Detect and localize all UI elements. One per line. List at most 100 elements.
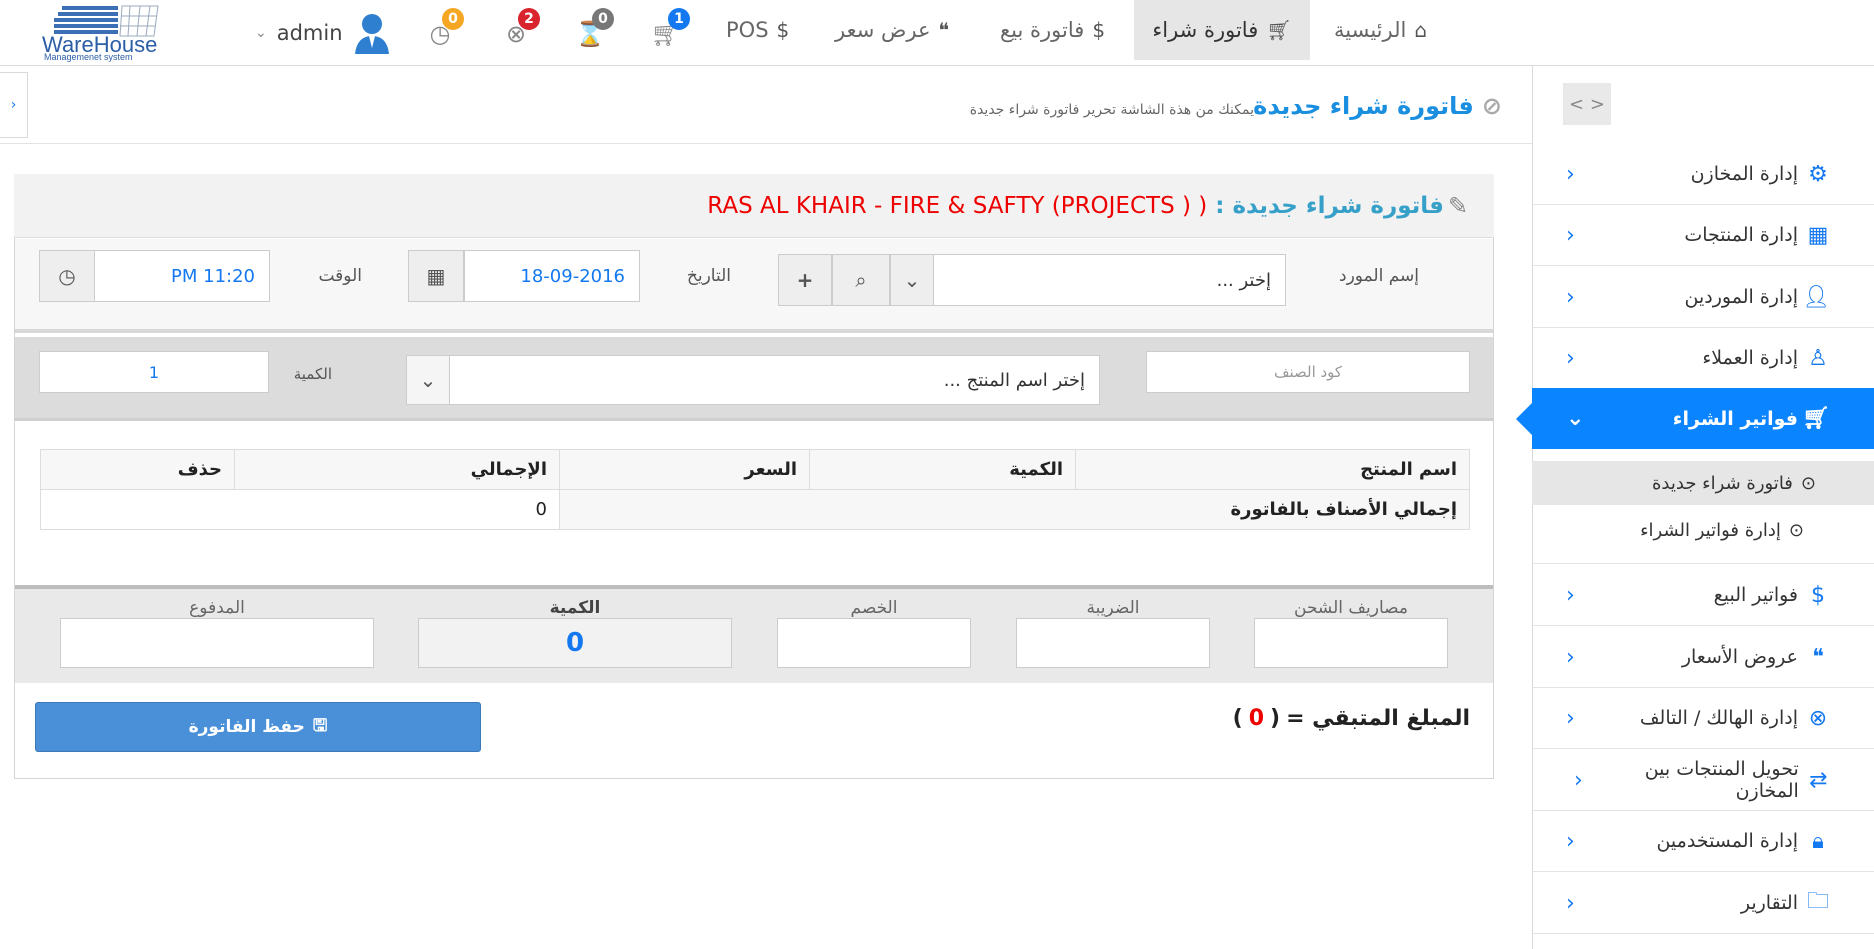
sidebar-item-reports[interactable]: 🗀 التقارير ‹ — [1532, 873, 1874, 934]
time-value: 11:20 PM — [171, 265, 255, 287]
sidebar-item-suppliers[interactable]: 👤︎ إدارة الموردين ‹ — [1532, 267, 1874, 328]
clock-icon: ◷ — [58, 264, 76, 288]
product-select-value: إختر اسم المنتج ... — [943, 369, 1085, 391]
total-qty-value: 0 — [565, 628, 585, 658]
nav-pos[interactable]: $ POS — [726, 0, 789, 60]
shipping-input[interactable] — [1254, 618, 1448, 668]
grid-icon: ▦ — [1807, 222, 1829, 248]
discount-label: الخصم — [850, 598, 898, 618]
dollar-icon: $ — [1092, 18, 1106, 42]
sidebar-item-quotes[interactable]: ❝ عروض الأسعار ‹ — [1532, 627, 1874, 688]
nav-quote[interactable]: ❝ عرض سعر — [835, 0, 949, 60]
sidebar-item-label: إدارة العملاء — [1702, 347, 1798, 369]
tax-input[interactable] — [1016, 618, 1210, 668]
dollar-icon: $ — [1811, 582, 1825, 608]
sidebar-item-label: إدارة الموردين — [1684, 286, 1798, 308]
supplier-dropdown-button[interactable]: ⌄ — [890, 254, 934, 306]
time-label: الوقت — [318, 266, 362, 286]
transfer-icon: ⇄ — [1809, 767, 1828, 793]
panel-title: فاتورة شراء جديدة : ( RAS AL KHAIR - FIR… — [707, 193, 1444, 219]
chevron-left-icon: ‹ — [1566, 705, 1575, 731]
search-icon: ⌕ — [855, 268, 867, 292]
panel-title-text: فاتورة شراء جديدة : — [1215, 193, 1444, 219]
active-indicator — [1516, 403, 1532, 435]
submenu-new-purchase-invoice[interactable]: ⊙ فاتورة شراء جديدة — [1532, 461, 1874, 505]
sidebar-item-transfer[interactable]: ⇄ تحويل المنتجات بين المخازن ‹ — [1532, 750, 1874, 811]
chevron-down-icon: ⌄ — [255, 25, 267, 41]
sidebar-item-label: عروض الأسعار — [1681, 646, 1798, 668]
sidebar-item-label: إدارة المنتجات — [1684, 224, 1798, 246]
page-title: ⊘ فاتورة شراء جديدة — [1253, 92, 1502, 120]
supplier-select-value: إختر ... — [1216, 269, 1271, 291]
save-invoice-button[interactable]: 🖫 حفظ الفاتورة — [35, 702, 481, 752]
sidebar-item-damaged[interactable]: ⊗ إدارة الهالك / التالف ‹ — [1532, 688, 1874, 749]
item-code-input[interactable]: كود الصنف — [1146, 351, 1470, 393]
user-avatar-icon — [354, 14, 389, 54]
radio-dot-icon: ⊙ — [1800, 472, 1816, 494]
floppy-disk-icon: 🖫 — [312, 715, 328, 736]
sidebar-toggle-button[interactable]: < > — [1563, 83, 1611, 125]
submenu-label: إدارة فواتير الشراء — [1640, 519, 1781, 541]
qty-input[interactable]: 1 — [39, 351, 269, 393]
calendar-button[interactable]: ▦ — [408, 250, 464, 302]
table-total-row: إجمالي الأصناف بالفاتورة 0 — [40, 489, 1470, 530]
sidebar-item-sales-invoices[interactable]: $ فواتير البيع ‹ — [1532, 565, 1874, 626]
x-circle-icon: ⊗ — [1808, 705, 1828, 731]
sidebar-item-customers[interactable]: ♙ إدارة العملاء ‹ — [1532, 328, 1874, 389]
nav-home[interactable]: ⌂ الرئيسية — [1334, 0, 1427, 60]
cancel-notif-button[interactable]: ⊗ 2 — [496, 8, 540, 56]
items-total-value: 0 — [40, 489, 560, 530]
add-supplier-button[interactable]: + — [778, 254, 832, 306]
time-input[interactable]: 11:20 PM — [94, 250, 270, 302]
product-dropdown-button[interactable]: ⌄ — [406, 355, 450, 405]
sidebar-item-products[interactable]: ▦ إدارة المنتجات ‹ — [1532, 205, 1874, 266]
warehouse-logo[interactable]: WareHouse Managemenet system — [40, 2, 200, 62]
discount-input[interactable] — [777, 618, 971, 668]
search-supplier-button[interactable]: ⌕ — [832, 254, 890, 306]
chevron-left-icon: ‹ — [1566, 345, 1575, 371]
submenu-manage-purchase-invoices[interactable]: ⊙ إدارة فواتير الشراء — [1532, 508, 1874, 552]
nav-purchase-label: فاتورة شراء — [1152, 18, 1259, 42]
cart-notif-button[interactable]: 🛒︎ 1 — [646, 8, 690, 56]
arrow-circle-icon: ⊘ — [1481, 92, 1502, 120]
col-delete: حذف — [40, 449, 235, 490]
nav-sales-label: فاتورة بيع — [1000, 18, 1085, 42]
sidebar-item-purchase-invoices[interactable]: 🛒︎ فواتير الشراء ⌄ — [1532, 388, 1874, 449]
chevron-down-icon: ⌄ — [419, 368, 437, 392]
radio-dot-icon: ⊙ — [1788, 519, 1804, 541]
chevron-left-icon: ‹ — [1566, 161, 1575, 187]
dollar-icon: $ — [776, 18, 790, 42]
nav-sales-invoice[interactable]: $ فاتورة بيع — [1000, 0, 1105, 60]
chevron-left-icon: ‹ — [1566, 828, 1575, 854]
nav-pos-label: POS — [726, 18, 769, 42]
cart-badge: 1 — [668, 8, 690, 30]
total-qty-label: الكمية — [549, 598, 601, 618]
nav-purchase-invoice[interactable]: 🛒︎ فاتورة شراء — [1134, 0, 1310, 60]
user-menu[interactable]: ⌄ admin — [255, 10, 391, 56]
col-quantity: الكمية — [809, 449, 1076, 490]
cancel-badge: 2 — [518, 8, 540, 30]
sidebar-item-warehouses[interactable]: ⚙ إدارة المخازن ‹ — [1532, 144, 1874, 205]
chevron-down-icon: ⌄ — [1566, 406, 1585, 431]
clock-button[interactable]: ◷ — [39, 250, 95, 302]
supplier-select[interactable]: إختر ... — [932, 254, 1286, 306]
chevron-right-icon: › — [10, 97, 17, 113]
cart-icon: 🛒︎ — [1266, 18, 1292, 42]
remaining-open: ( — [1270, 706, 1281, 731]
collapse-tab-button[interactable]: › — [0, 72, 28, 138]
gear-icon: ⚙ — [1808, 161, 1828, 187]
product-select[interactable]: إختر اسم المنتج ... — [448, 355, 1100, 405]
edit-icon: ✎ — [1448, 192, 1469, 220]
hourglass-notif-button[interactable]: ⌛ 0 — [570, 8, 614, 56]
chevron-left-icon: ‹ — [1566, 222, 1575, 248]
remaining-label: المبلغ المتبقي = — [1286, 706, 1470, 731]
lock-icon: 🔒︎ — [1812, 828, 1824, 854]
date-input[interactable]: 18-09-2016 — [464, 250, 640, 302]
paid-input[interactable] — [60, 618, 374, 668]
clock-notif-button[interactable]: ◷ 0 — [420, 8, 464, 56]
sidebar-item-label: فواتير الشراء — [1672, 407, 1798, 430]
user-name: admin — [276, 21, 343, 45]
sidebar-item-users[interactable]: 🔒︎ إدارة المستخدمين ‹ — [1532, 811, 1874, 872]
calendar-icon: ▦ — [426, 264, 446, 288]
hourglass-badge: 0 — [592, 8, 614, 30]
